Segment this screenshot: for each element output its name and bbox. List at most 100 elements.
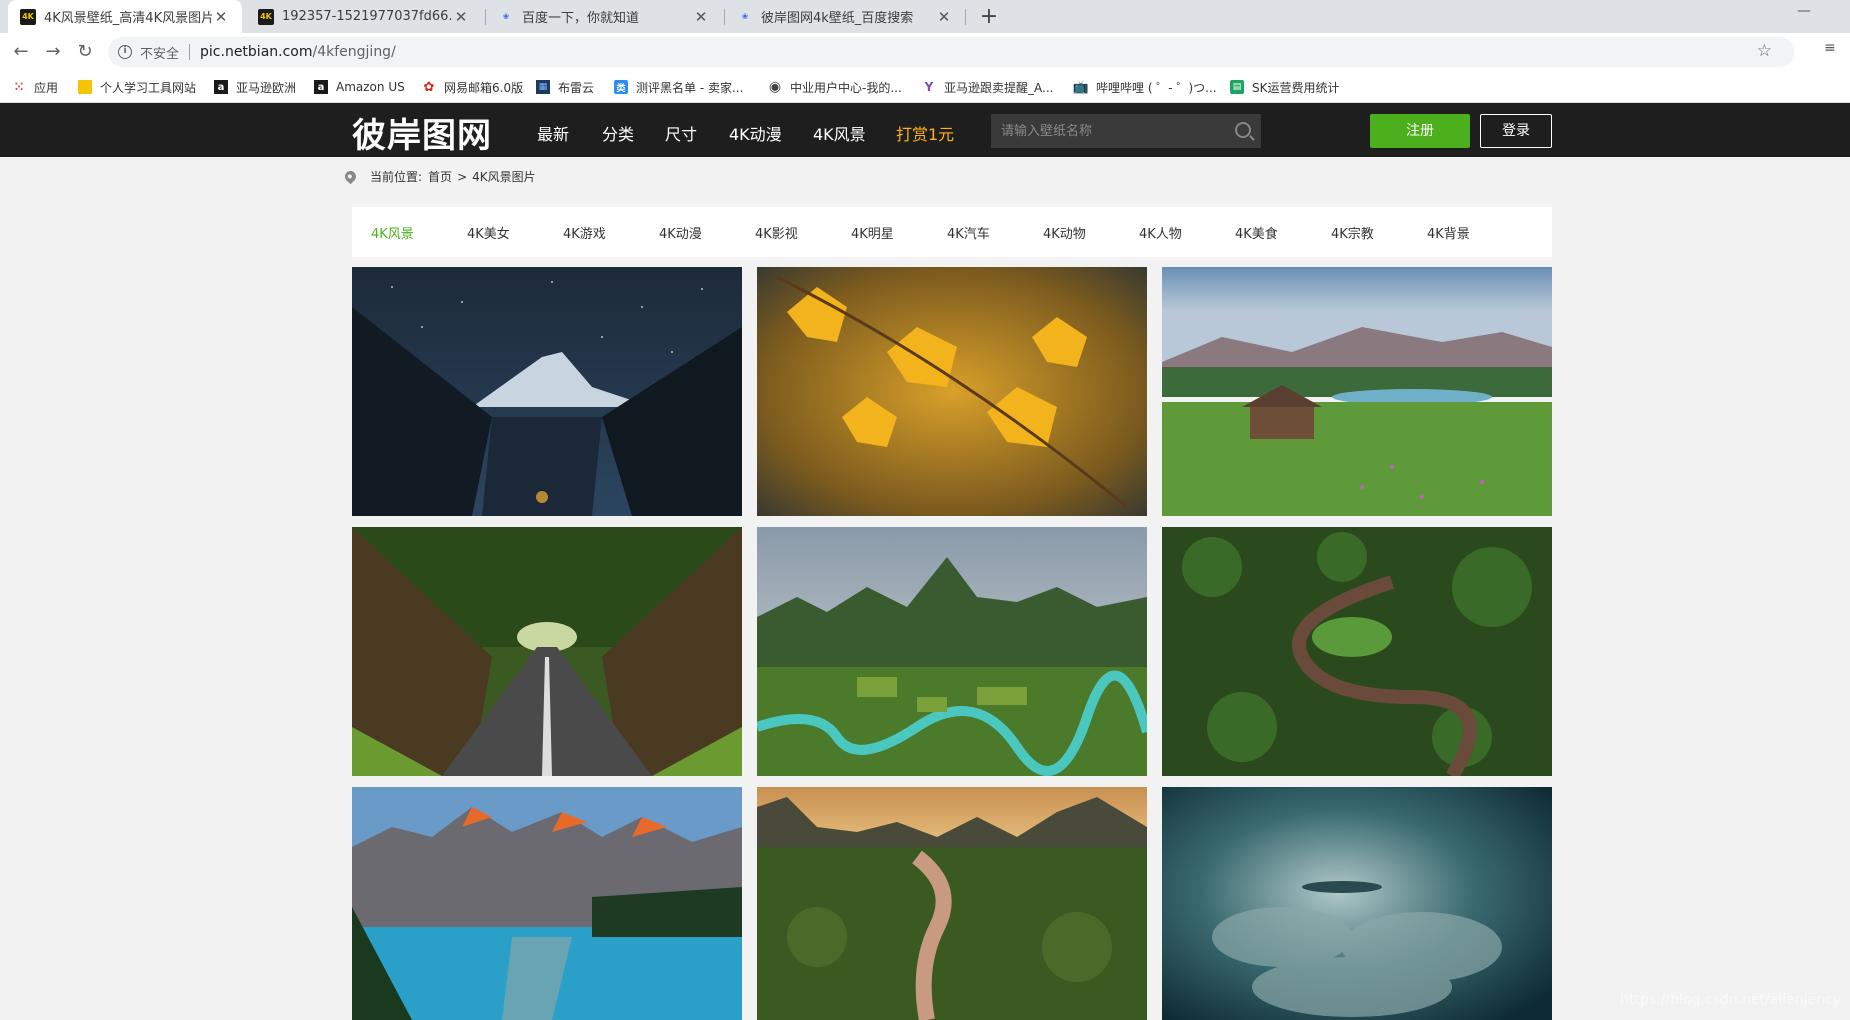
bookmarks-bar: ⁙ 应用 个人学习工具网站 a 亚马逊欧洲 a Amazon US ✿ 网易邮箱…: [0, 71, 1850, 103]
close-icon[interactable]: ✕: [452, 8, 470, 26]
url-path: /4kfengjing/: [312, 44, 396, 60]
wallpaper-thumbnail-aerial-river[interactable]: [1162, 527, 1552, 776]
bookmark-item[interactable]: a Amazon US: [314, 78, 405, 96]
4k-favicon-icon: 4K: [20, 8, 36, 25]
paw-icon: ❀: [741, 12, 749, 21]
location-pin-icon: [342, 168, 359, 185]
bookmark-item[interactable]: ◉ 中业用户中心-我的...: [768, 78, 902, 96]
tab-title: 百度一下，你就知道: [522, 11, 640, 26]
security-label: 不安全: [140, 46, 180, 62]
nav-item-latest[interactable]: 最新: [537, 121, 569, 145]
bookmark-item[interactable]: ▤ SK运营费用统计: [1230, 78, 1340, 96]
bookmark-item[interactable]: ▦ 布雷云: [536, 78, 594, 96]
url-host: pic.netbian.com: [200, 44, 313, 60]
wallpaper-thumbnail-mountain-lake[interactable]: [352, 787, 742, 1020]
tab-divider: [965, 9, 966, 25]
browser-tab-2[interactable]: 4K 192357-1521977037fd66.jpg ( ✕: [246, 0, 482, 33]
bookmark-item[interactable]: a 亚马逊欧洲: [214, 78, 296, 96]
breadcrumb-separator: >: [457, 169, 468, 184]
address-bar[interactable]: i 不安全 pic.netbian.com /4kfengjing/ ☆: [108, 37, 1794, 67]
nav-item-4k-anime[interactable]: 4K动漫: [729, 121, 782, 145]
bookmark-item[interactable]: 类 测评黑名单 - 卖家...: [614, 78, 743, 96]
wallpaper-thumbnail-jungle-river-sunset[interactable]: [757, 787, 1147, 1020]
category-4k-animal[interactable]: 4K动物: [1043, 223, 1086, 242]
category-4k-food[interactable]: 4K美食: [1235, 223, 1278, 242]
watermark-text: https://blog.csdn.net/allenjency: [1620, 992, 1841, 1008]
tv-icon: 📺: [1072, 79, 1090, 95]
site-logo[interactable]: 彼岸图网: [352, 108, 492, 157]
tab-title: 4K风景壁纸_高清4K风景图片_彼: [44, 11, 212, 26]
bookmark-label: 哔哩哔哩 ( ゜- ゜)つ...: [1096, 80, 1217, 95]
bookmark-label: 中业用户中心-我的...: [790, 80, 902, 95]
category-bar: 4K风景 4K美女 4K游戏 4K动漫 4K影视 4K明星 4K汽车 4K动物 …: [352, 207, 1552, 257]
minimize-icon[interactable]: —: [1792, 3, 1816, 27]
bookmark-label: Amazon US: [336, 80, 405, 94]
reading-list-icon[interactable]: ≡: [1824, 40, 1836, 56]
nav-item-donate[interactable]: 打赏1元: [896, 121, 954, 145]
category-4k-game[interactable]: 4K游戏: [563, 223, 606, 242]
category-4k-people[interactable]: 4K人物: [1139, 223, 1182, 242]
close-icon[interactable]: ✕: [692, 8, 710, 26]
category-4k-anime[interactable]: 4K动漫: [659, 223, 702, 242]
bookmark-label: 亚马逊跟卖提醒_A...: [944, 80, 1054, 95]
bookmark-label: 网易邮箱6.0版: [444, 80, 524, 95]
4k-favicon-icon: 4K: [258, 8, 274, 25]
search-icon[interactable]: [1235, 122, 1251, 138]
forward-arrow-icon[interactable]: →: [40, 39, 66, 65]
bookmark-label: 测评黑名单 - 卖家...: [636, 80, 744, 95]
amazon-icon: a: [214, 80, 228, 94]
category-4k-car[interactable]: 4K汽车: [947, 223, 990, 242]
bookmark-item[interactable]: Y 亚马逊跟卖提醒_A...: [922, 78, 1054, 96]
wallpaper-thumbnail-karst-river[interactable]: [757, 527, 1147, 776]
close-icon[interactable]: ✕: [935, 8, 953, 26]
omnibox-divider: [189, 44, 191, 60]
category-4k-beauty[interactable]: 4K美女: [467, 223, 510, 242]
browser-tab-1[interactable]: 4K 4K风景壁纸_高清4K风景图片_彼 ✕: [8, 0, 242, 33]
browser-toolbar: ← → ↻ i 不安全 pic.netbian.com /4kfengjing/…: [0, 33, 1850, 71]
close-icon[interactable]: ✕: [212, 8, 230, 26]
nav-item-category[interactable]: 分类: [602, 121, 634, 145]
wallpaper-thumbnail-tree-road[interactable]: [352, 527, 742, 776]
bookmark-star-icon[interactable]: ☆: [1757, 41, 1772, 61]
new-tab-plus-icon[interactable]: +: [976, 4, 1002, 30]
bookmark-item[interactable]: 个人学习工具网站: [78, 78, 196, 96]
wallpaper-thumbnail-alpine-meadow[interactable]: [1162, 267, 1552, 516]
grid-icon: ▦: [536, 80, 550, 94]
register-button[interactable]: 注册: [1370, 114, 1470, 148]
category-4k-landscape[interactable]: 4K风景: [371, 223, 414, 242]
nav-item-4k-landscape[interactable]: 4K风景: [813, 121, 866, 145]
netease-icon: ✿: [423, 79, 435, 95]
browser-tab-bar: 4K 4K风景壁纸_高清4K风景图片_彼 ✕ 4K 192357-1521977…: [0, 0, 1850, 33]
bookmark-item[interactable]: 📺 哔哩哔哩 ( ゜- ゜)つ...: [1072, 78, 1217, 96]
paw-icon: ❀: [502, 12, 510, 21]
category-4k-film[interactable]: 4K影视: [755, 223, 798, 242]
wallpaper-thumbnail-maple-leaves[interactable]: [757, 267, 1147, 516]
breadcrumb-home-link[interactable]: 首页: [428, 168, 452, 185]
browser-tab-4[interactable]: ❀ 彼岸图网4k壁纸_百度搜索 ✕: [725, 0, 965, 33]
apps-grid-icon: ⁙: [13, 80, 25, 94]
category-4k-background[interactable]: 4K背景: [1427, 223, 1470, 242]
amazon-icon: a: [314, 80, 328, 94]
reload-icon[interactable]: ↻: [72, 39, 98, 65]
category-4k-star[interactable]: 4K明星: [851, 223, 894, 242]
wallpaper-thumbnail-clouds-above[interactable]: [1162, 787, 1552, 1020]
login-button[interactable]: 登录: [1480, 114, 1552, 148]
nav-item-size[interactable]: 尺寸: [665, 121, 697, 145]
wallpaper-thumbnail-mountain-night[interactable]: [352, 267, 742, 516]
browser-tab-3[interactable]: ❀ 百度一下，你就知道 ✕: [486, 0, 722, 33]
breadcrumb-current[interactable]: 4K风景图片: [472, 168, 536, 185]
info-icon[interactable]: i: [118, 45, 132, 59]
tab-title: 192357-1521977037fd66.jpg (: [282, 9, 452, 24]
tab-title: 彼岸图网4k壁纸_百度搜索: [761, 11, 914, 26]
bookmark-item[interactable]: ✿ 网易邮箱6.0版: [422, 78, 524, 96]
back-arrow-icon[interactable]: ←: [8, 39, 34, 65]
bookmark-label: 应用: [34, 80, 59, 95]
category-4k-religion[interactable]: 4K宗教: [1331, 223, 1374, 242]
bookmark-label: 亚马逊欧洲: [236, 80, 297, 95]
y-icon: Y: [924, 80, 934, 94]
bookmark-item[interactable]: ⁙ 应用: [12, 78, 58, 96]
search-box: [991, 114, 1261, 148]
bookmark-label: 布雷云: [558, 80, 595, 95]
blue-square-icon: 类: [614, 80, 628, 94]
search-input[interactable]: [991, 114, 1221, 148]
